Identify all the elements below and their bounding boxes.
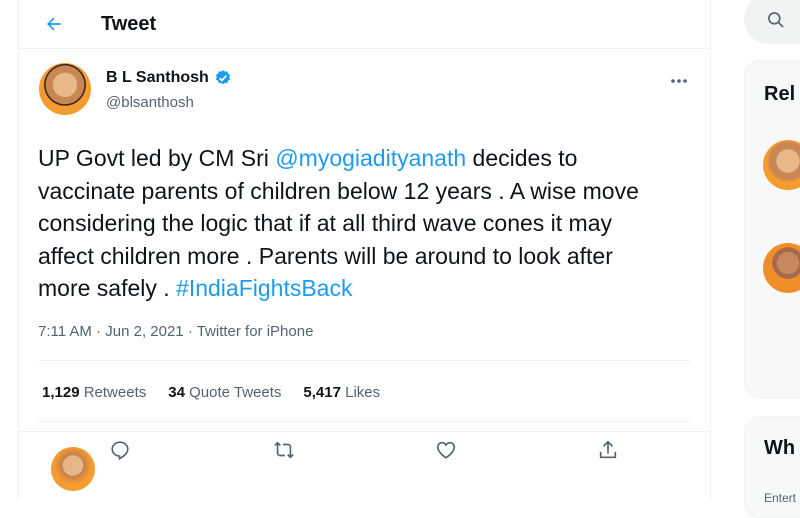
reply-avatar[interactable] (51, 447, 95, 491)
tweet-meta: 7:11 AM · Jun 2, 2021 · Twitter for iPho… (38, 323, 314, 340)
trend-category: Entert (764, 491, 797, 505)
retweet-icon (274, 441, 294, 459)
author-handle[interactable]: @blsanthosh (106, 94, 194, 111)
likes-stat[interactable]: 5,417 Likes (303, 384, 380, 401)
author-name[interactable]: B L Santhosh (106, 69, 209, 87)
share-icon (599, 440, 617, 459)
retweets-count: 1,129 (42, 384, 80, 401)
mention-link[interactable]: @myogiadityanath (275, 145, 466, 171)
back-button[interactable] (43, 13, 65, 35)
quotes-label: Quote Tweets (189, 384, 282, 401)
relevant-person-avatar[interactable] (763, 243, 800, 293)
reply-icon (111, 441, 129, 461)
retweets-label: Retweets (83, 384, 147, 401)
likes-label: Likes (345, 384, 381, 401)
hashtag-link[interactable]: #IndiaFightsBack (176, 275, 352, 301)
tweet-text-part: UP Govt led by CM Sri (38, 145, 276, 171)
like-button[interactable] (428, 432, 464, 468)
main-column: Tweet B L Santhosh @blsanthosh UP Govt l… (18, 0, 711, 500)
relevant-people-card: Rel (744, 60, 800, 398)
more-button[interactable] (667, 69, 691, 93)
whats-happening-title: Wh (764, 437, 796, 459)
tweet-stats: 1,129 Retweets 34 Quote Tweets 5,417 Lik… (42, 384, 380, 401)
tweet-text: UP Govt led by CM Sri @myogiadityanath d… (38, 142, 668, 305)
reply-button[interactable] (102, 432, 138, 468)
divider (19, 431, 710, 432)
likes-count: 5,417 (303, 384, 341, 401)
like-icon (436, 441, 456, 459)
share-button[interactable] (590, 432, 626, 468)
author-avatar[interactable] (39, 63, 91, 115)
divider (38, 360, 691, 361)
relevant-person-avatar[interactable] (763, 140, 800, 190)
more-icon (671, 79, 687, 83)
retweet-button[interactable] (266, 432, 302, 468)
whats-happening-card: Wh Entert (744, 416, 800, 518)
verified-badge-icon (215, 70, 230, 85)
retweets-stat[interactable]: 1,129 Retweets (42, 384, 146, 401)
author-name-row: B L Santhosh (106, 69, 232, 87)
search-icon (768, 12, 784, 28)
quotes-count: 34 (168, 384, 185, 401)
search-box[interactable] (744, 0, 800, 44)
divider (38, 421, 691, 422)
page-title: Tweet (101, 12, 157, 35)
relevant-title: Rel (764, 83, 796, 105)
header: Tweet (19, 0, 710, 49)
quotes-stat[interactable]: 34 Quote Tweets (168, 384, 281, 401)
back-arrow-icon (47, 17, 61, 31)
